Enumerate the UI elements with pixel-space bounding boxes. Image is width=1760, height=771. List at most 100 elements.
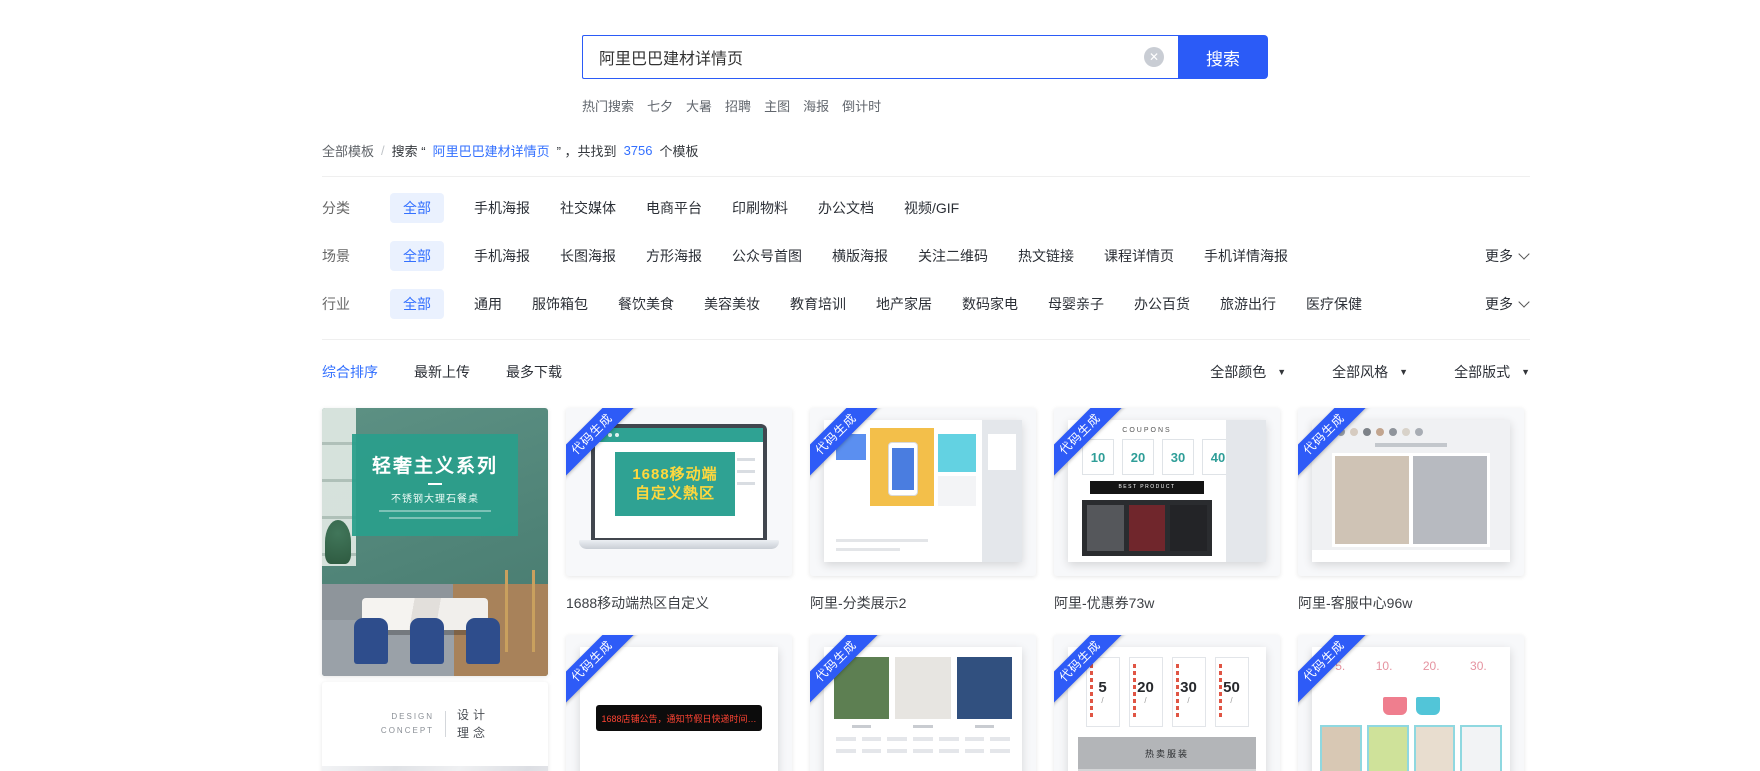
filter-option[interactable]: 社交媒体	[560, 193, 616, 223]
product-row	[1320, 725, 1502, 771]
page-mockup: COUPONS 10 20 30 40 BEST PRODUCT	[1068, 420, 1266, 562]
filter-option[interactable]: 关注二维码	[918, 241, 988, 271]
coupon-value: 30	[1180, 679, 1197, 696]
filter-option[interactable]: 餐饮美食	[618, 289, 674, 319]
coupon-slash: /	[1144, 696, 1147, 705]
template-card-1688-hotzone[interactable]: 代码生成 1688移动端 自定义熱区	[566, 408, 792, 576]
hot-search-link[interactable]: 倒计时	[842, 96, 881, 115]
template-card-notice[interactable]: 代码生成 1688店铺公告，通知节假日快递时间…	[566, 635, 792, 771]
ticket-perforation	[1089, 664, 1093, 720]
hot-search-label: 热门搜索	[582, 99, 635, 114]
filter-option[interactable]: 公众号首图	[732, 241, 802, 271]
search-input[interactable]	[582, 35, 1178, 79]
filter-option[interactable]: 医疗保健	[1306, 289, 1362, 319]
hot-search-link[interactable]: 海报	[803, 96, 829, 115]
footer-strip	[1312, 550, 1510, 562]
filter-option[interactable]: 长图海报	[560, 241, 616, 271]
template-card-title[interactable]: 阿里-分类展示2	[810, 593, 1036, 613]
filter-option[interactable]: 印刷物料	[732, 193, 788, 223]
filter-option[interactable]: 热文链接	[1018, 241, 1074, 271]
filter-option[interactable]: 全部	[390, 241, 444, 271]
coupon-slash: /	[1187, 696, 1190, 705]
grid-column: 代码生成 阿里-客服中心96w 代码生成 5. 10. 20. 30.	[1298, 408, 1524, 771]
product-photo	[1460, 725, 1502, 771]
teal-banner: 1688移动端 自定义熱区	[615, 452, 735, 516]
search-button[interactable]: 搜索	[1178, 35, 1268, 79]
filter-option[interactable]: 全部	[390, 193, 444, 223]
template-card-kids-fashion[interactable]: 代码生成	[810, 635, 1036, 771]
layout-dropdown[interactable]: 全部版式 ▼	[1454, 362, 1530, 382]
model-photo	[1128, 505, 1166, 551]
sort-option-most-downloaded[interactable]: 最多下载	[506, 362, 562, 382]
filter-option[interactable]: 母婴亲子	[1048, 289, 1104, 319]
pink-tag-icon	[1382, 697, 1407, 715]
filter-option[interactable]: 电商平台	[646, 193, 702, 223]
template-card-pastel-products[interactable]: 代码生成 5. 10. 20. 30.	[1298, 635, 1524, 771]
hot-sale-banner-text: 热卖服装	[1144, 748, 1189, 759]
color-dropdown[interactable]: 全部颜色 ▼	[1210, 362, 1286, 382]
caret-down-icon: ▼	[1277, 367, 1287, 377]
filter-option[interactable]: 办公文档	[818, 193, 874, 223]
decorative-line	[836, 548, 900, 551]
template-card-title[interactable]: 1688移动端热区自定义	[566, 593, 792, 613]
template-card-coupons[interactable]: 代码生成 COUPONS 10 20 30 40 BEST PRODUCT	[1054, 408, 1280, 576]
filter-option[interactable]: 数码家电	[962, 289, 1018, 319]
template-card-customer-service[interactable]: 代码生成	[1298, 408, 1524, 576]
laptop-screen-content: 1688移动端 自定义熱区	[595, 428, 763, 538]
cyan-tag-icon	[1415, 697, 1440, 715]
filter-option[interactable]: 通用	[474, 289, 502, 319]
template-card-hot-sale[interactable]: 代码生成 5 / 20 / 30 / 50 / 热卖服装	[1054, 635, 1280, 771]
filter-option[interactable]: 美容美妆	[704, 289, 760, 319]
hot-search-link[interactable]: 大暑	[686, 96, 712, 115]
ladder-shelf-shape	[505, 570, 535, 652]
coupon-slash: /	[1230, 696, 1233, 705]
product-photo	[1413, 725, 1456, 771]
hot-search-link[interactable]: 招聘	[725, 96, 751, 115]
filter-option[interactable]: 手机海报	[474, 241, 530, 271]
breadcrumb-search-suffix: ” ，共找到	[556, 144, 617, 159]
more-industry-button[interactable]: 更多	[1485, 294, 1530, 314]
design-cn-text: 设计 理念	[457, 706, 489, 742]
filter-option[interactable]: 视频/GIF	[904, 193, 959, 223]
filter-row-category: 分类 全部 手机海报 社交媒体 电商平台 印刷物料 办公文档 视频/GIF	[322, 193, 1530, 223]
filter-option[interactable]: 手机海报	[474, 193, 530, 223]
filter-option[interactable]: 方形海报	[646, 241, 702, 271]
hot-search-link[interactable]: 主图	[764, 96, 790, 115]
hot-sale-banner: 热卖服装	[1078, 737, 1256, 769]
filter-option[interactable]: 教育培训	[790, 289, 846, 319]
filter-option[interactable]: 手机详情海报	[1204, 241, 1288, 271]
clear-search-icon[interactable]: ✕	[1144, 47, 1164, 67]
filter-option[interactable]: 横版海报	[832, 241, 888, 271]
filter-option[interactable]: 服饰箱包	[532, 289, 588, 319]
more-scene-button[interactable]: 更多	[1485, 246, 1530, 266]
breadcrumb-keyword[interactable]: 阿里巴巴建材详情页	[433, 141, 550, 160]
template-card-title[interactable]: 阿里-客服中心96w	[1298, 593, 1524, 613]
price-table	[836, 737, 1010, 753]
phone-screen	[892, 448, 914, 490]
template-card-title[interactable]: 阿里-优惠券73w	[1054, 593, 1280, 613]
filter-option[interactable]: 办公百货	[1134, 289, 1190, 319]
template-card-category-display[interactable]: 代码生成	[810, 408, 1036, 576]
notice-text: 1688店铺公告，通知节假日快递时间…	[601, 713, 757, 724]
divider	[322, 176, 1530, 177]
page-mockup: 5 / 20 / 30 / 50 / 热卖服装	[1068, 647, 1266, 771]
breadcrumb-all-templates[interactable]: 全部模板	[322, 141, 374, 160]
avatar	[1415, 428, 1423, 436]
coupon-ticket: 5 /	[1085, 657, 1120, 727]
template-card-furniture[interactable]: 轻奢主义系列 不锈钢大理石餐桌	[322, 408, 548, 676]
white-chip	[988, 434, 1016, 470]
page-mockup: 1688店铺公告，通知节假日快递时间…	[580, 647, 778, 771]
hot-search-link[interactable]: 七夕	[647, 96, 673, 115]
filter-option[interactable]: 地产家居	[876, 289, 932, 319]
sort-option-comprehensive[interactable]: 综合排序	[322, 362, 378, 382]
browser-dot	[615, 433, 619, 437]
template-card-design-concept[interactable]: DESIGN CONCEPT 设计 理念	[322, 682, 548, 771]
filter-option[interactable]: 旅游出行	[1220, 289, 1276, 319]
filter-option[interactable]: 课程详情页	[1104, 241, 1174, 271]
photo-row	[834, 657, 1012, 719]
filter-label-industry: 行业	[322, 296, 350, 312]
banner-line1: 1688移动端	[632, 465, 718, 483]
sort-option-newest[interactable]: 最新上传	[414, 362, 470, 382]
style-dropdown[interactable]: 全部风格 ▼	[1332, 362, 1408, 382]
filter-option[interactable]: 全部	[390, 289, 444, 319]
